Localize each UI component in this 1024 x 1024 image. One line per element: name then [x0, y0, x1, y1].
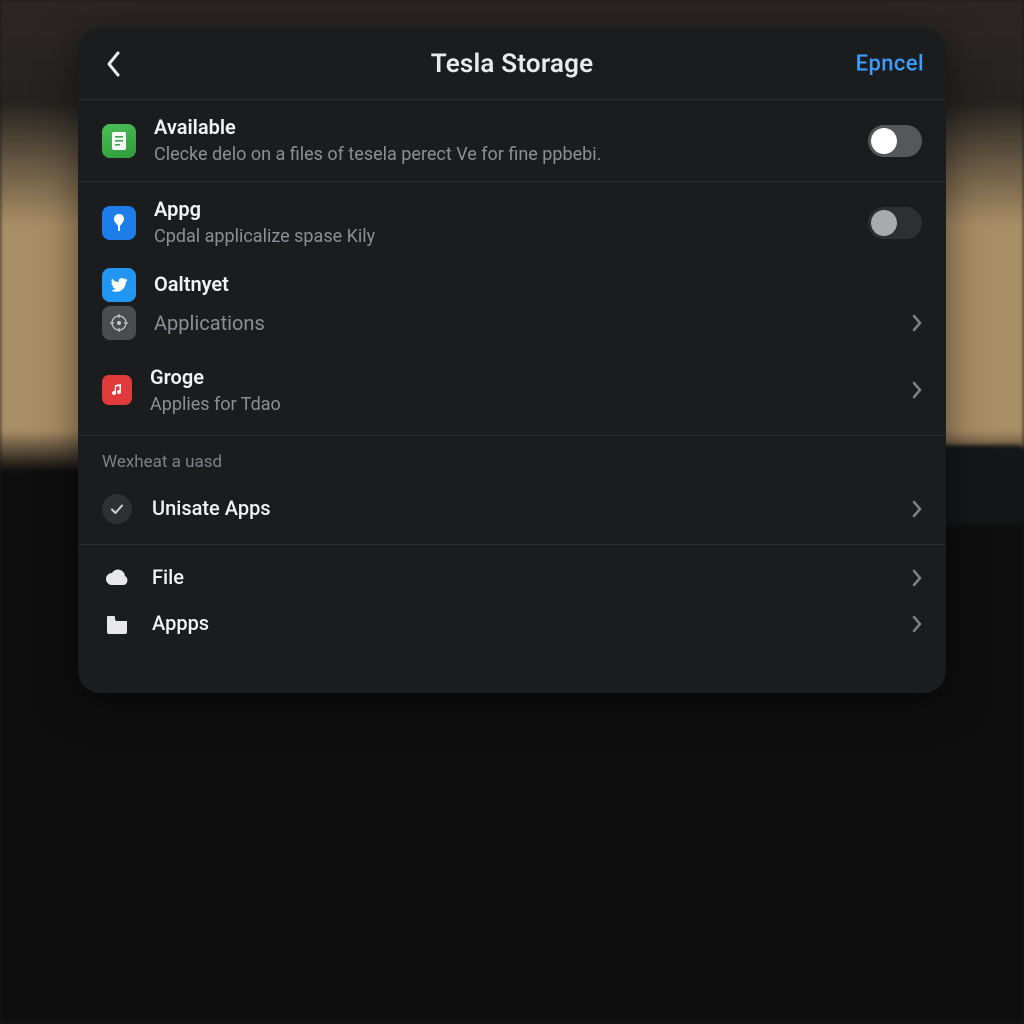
- row-groge[interactable]: Groge Applies for Tdao: [78, 346, 946, 436]
- back-button[interactable]: [94, 44, 134, 84]
- apps-toggle[interactable]: [868, 207, 922, 239]
- bird-icon: [102, 268, 136, 302]
- chevron-right-icon: [912, 569, 922, 587]
- target-icon: [102, 306, 136, 340]
- row-unisate[interactable]: Unisate Apps: [78, 480, 946, 545]
- pin-icon: [102, 206, 136, 240]
- music-icon: [102, 375, 132, 405]
- section-header: Wexheat a uasd: [78, 436, 946, 480]
- row-applications[interactable]: Applications: [78, 304, 946, 346]
- groge-subtitle: Applies for Tdao: [150, 393, 900, 417]
- document-icon: [102, 124, 136, 158]
- available-subtitle: Clecke delo on a files of tesela perect …: [154, 143, 868, 167]
- groge-title: Groge: [150, 364, 900, 391]
- unisate-label: Unisate Apps: [152, 495, 900, 522]
- row-apps-setting: Appg Cpdal applicalize spase Kily: [78, 182, 946, 255]
- folder-icon: [102, 609, 132, 639]
- chevron-right-icon: [912, 615, 922, 633]
- chevron-right-icon: [912, 314, 922, 332]
- apps-setting-subtitle: Cpdal applicalize spase Kily: [154, 225, 868, 249]
- apps-setting-title: Appg: [154, 196, 868, 223]
- chevron-left-icon: [106, 51, 122, 77]
- settings-panel: Tesla Storage Epncel Available Clecke de…: [78, 28, 946, 693]
- available-toggle[interactable]: [868, 125, 922, 157]
- available-title: Available: [154, 114, 868, 141]
- cloud-icon: [102, 563, 132, 593]
- row-oaltnyet[interactable]: Oaltnyet: [78, 262, 946, 304]
- oaltnyet-title: Oaltnyet: [154, 271, 900, 298]
- panel-header: Tesla Storage Epncel: [78, 28, 946, 100]
- chevron-right-icon: [912, 381, 922, 399]
- row-file[interactable]: File: [78, 545, 946, 601]
- check-circle-icon: [102, 494, 132, 524]
- row-bottom-apps[interactable]: Appps: [78, 601, 946, 653]
- cancel-button[interactable]: Epncel: [856, 51, 924, 76]
- file-label: File: [152, 564, 900, 591]
- chevron-right-icon: [912, 500, 922, 518]
- applications-label: Applications: [154, 310, 900, 337]
- page-title: Tesla Storage: [431, 49, 594, 79]
- row-available: Available Clecke delo on a files of tese…: [78, 100, 946, 182]
- bottom-apps-label: Appps: [152, 610, 900, 637]
